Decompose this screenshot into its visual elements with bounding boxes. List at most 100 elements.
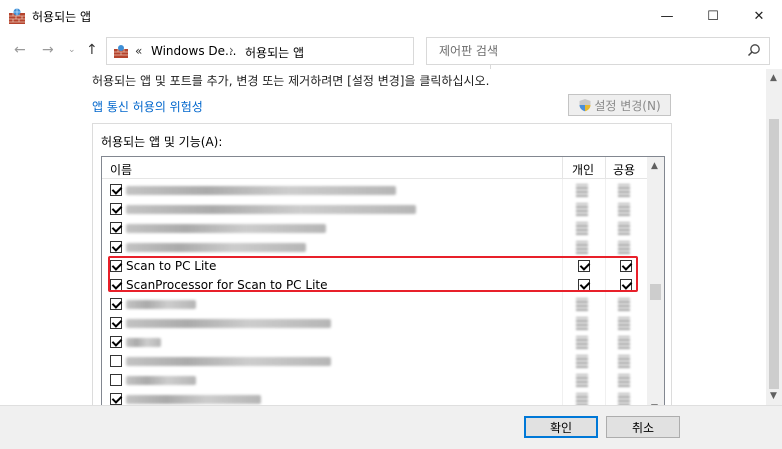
redacted-app-name xyxy=(126,338,161,347)
address-box[interactable]: « Windows De... › 허용되는 앱 ↻ xyxy=(106,37,512,70)
column-divider[interactable] xyxy=(605,157,606,179)
breadcrumb-allowed-apps[interactable]: 허용되는 앱 xyxy=(245,44,304,61)
column-header-public[interactable]: 공용 xyxy=(613,161,635,178)
redacted-checkbox[interactable] xyxy=(576,203,588,216)
list-item[interactable] xyxy=(102,238,648,257)
dialog-footer: 확인 취소 xyxy=(0,405,782,449)
redacted-checkbox[interactable] xyxy=(576,374,588,387)
redacted-checkbox[interactable] xyxy=(618,222,630,235)
scroll-up-icon[interactable]: ▲ xyxy=(770,73,777,83)
redacted-checkbox[interactable] xyxy=(618,317,630,330)
uac-shield-icon xyxy=(579,99,591,112)
breadcrumb-separator-icon[interactable]: › xyxy=(229,43,234,57)
list-scrollbar[interactable]: ▲ ▼ xyxy=(647,157,664,405)
app-name-label: ScanProcessor for Scan to PC Lite xyxy=(126,278,328,292)
redacted-app-name xyxy=(126,243,306,252)
search-box[interactable] xyxy=(426,37,770,65)
private-checkbox[interactable] xyxy=(578,260,590,272)
group-title: 허용되는 앱 및 기능(A): xyxy=(101,135,223,149)
public-checkbox[interactable] xyxy=(620,260,632,272)
app-enabled-checkbox[interactable] xyxy=(110,393,122,405)
app-enabled-checkbox[interactable] xyxy=(110,203,122,215)
redacted-checkbox[interactable] xyxy=(576,317,588,330)
list-item[interactable] xyxy=(102,314,648,333)
minimize-button[interactable]: — xyxy=(644,0,690,32)
redacted-checkbox[interactable] xyxy=(618,184,630,197)
address-bar-row: ← → ⌄ ↑ « Windows De... › 허용되는 앱 ↻ xyxy=(0,33,782,70)
redacted-checkbox[interactable] xyxy=(576,336,588,349)
maximize-button[interactable]: ☐ xyxy=(690,0,736,32)
scroll-thumb[interactable] xyxy=(769,119,779,389)
scroll-up-icon[interactable]: ▲ xyxy=(651,161,658,171)
allowed-apps-list[interactable]: 이름 개인 공용 Scan to PC Lite ScanProcessor fo… xyxy=(101,156,665,405)
up-arrow-icon[interactable]: ↑ xyxy=(86,42,98,58)
redacted-checkbox[interactable] xyxy=(618,298,630,311)
app-enabled-checkbox[interactable] xyxy=(110,317,122,329)
breadcrumb-windows-defender[interactable]: Windows De... xyxy=(151,44,236,58)
change-settings-button[interactable]: 설정 변경(N) xyxy=(568,94,671,116)
redacted-checkbox[interactable] xyxy=(618,336,630,349)
search-icon[interactable] xyxy=(747,43,761,57)
main-content: 허용되는 앱 및 포트를 추가, 변경 또는 제거하려면 [설정 변경]을 클릭… xyxy=(0,69,766,405)
list-item[interactable] xyxy=(102,181,648,200)
scroll-down-icon[interactable]: ▼ xyxy=(770,391,777,401)
redacted-checkbox[interactable] xyxy=(618,203,630,216)
list-item[interactable]: ScanProcessor for Scan to PC Lite xyxy=(102,276,648,295)
search-input[interactable] xyxy=(437,43,737,59)
instruction-text: 허용되는 앱 및 포트를 추가, 변경 또는 제거하려면 [설정 변경]을 클릭… xyxy=(92,74,490,88)
list-item[interactable] xyxy=(102,371,648,390)
app-enabled-checkbox[interactable] xyxy=(110,374,122,386)
column-divider[interactable] xyxy=(562,157,563,179)
redacted-checkbox[interactable] xyxy=(618,374,630,387)
redacted-checkbox[interactable] xyxy=(576,355,588,368)
scroll-thumb[interactable] xyxy=(650,284,661,300)
column-header-name[interactable]: 이름 xyxy=(110,161,132,178)
redacted-app-name xyxy=(126,205,416,214)
list-item[interactable] xyxy=(102,219,648,238)
app-enabled-checkbox[interactable] xyxy=(110,222,122,234)
allowed-apps-group: 허용되는 앱 및 기능(A): 이름 개인 공용 Scan to PC Lite… xyxy=(92,123,672,405)
list-item[interactable] xyxy=(102,200,648,219)
app-enabled-checkbox[interactable] xyxy=(110,241,122,253)
redacted-checkbox[interactable] xyxy=(618,393,630,405)
list-header: 이름 개인 공용 xyxy=(102,157,648,179)
private-checkbox[interactable] xyxy=(578,279,590,291)
redacted-checkbox[interactable] xyxy=(576,222,588,235)
redacted-checkbox[interactable] xyxy=(618,241,630,254)
recent-dropdown-icon[interactable]: ⌄ xyxy=(68,45,76,55)
app-enabled-checkbox[interactable] xyxy=(110,298,122,310)
list-item[interactable] xyxy=(102,352,648,371)
redacted-checkbox[interactable] xyxy=(576,298,588,311)
redacted-checkbox[interactable] xyxy=(576,393,588,405)
redacted-app-name xyxy=(126,395,261,404)
app-enabled-checkbox[interactable] xyxy=(110,260,122,272)
window-scrollbar[interactable]: ▲ ▼ xyxy=(766,69,782,405)
app-enabled-checkbox[interactable] xyxy=(110,184,122,196)
cancel-button[interactable]: 취소 xyxy=(606,416,680,438)
redacted-app-name xyxy=(126,357,331,366)
firewall-app-icon xyxy=(9,8,25,24)
list-item[interactable]: Scan to PC Lite xyxy=(102,257,648,276)
back-arrow-icon[interactable]: ← xyxy=(14,42,26,58)
list-item[interactable] xyxy=(102,390,648,405)
close-button[interactable]: ✕ xyxy=(736,0,782,32)
redacted-app-name xyxy=(126,300,196,309)
redacted-app-name xyxy=(126,376,196,385)
overflow-chevron[interactable]: « xyxy=(135,44,142,58)
redacted-checkbox[interactable] xyxy=(618,355,630,368)
app-enabled-checkbox[interactable] xyxy=(110,355,122,367)
redacted-checkbox[interactable] xyxy=(576,184,588,197)
public-checkbox[interactable] xyxy=(620,279,632,291)
title-bar: 허용되는 앱 — ☐ ✕ xyxy=(0,0,782,32)
app-enabled-checkbox[interactable] xyxy=(110,336,122,348)
redacted-checkbox[interactable] xyxy=(576,241,588,254)
app-enabled-checkbox[interactable] xyxy=(110,279,122,291)
forward-arrow-icon[interactable]: → xyxy=(42,42,54,58)
list-item[interactable] xyxy=(102,333,648,352)
list-item[interactable] xyxy=(102,295,648,314)
column-header-private[interactable]: 개인 xyxy=(572,161,594,178)
ok-button[interactable]: 확인 xyxy=(524,416,598,438)
risk-link[interactable]: 앱 통신 허용의 위험성 xyxy=(92,98,203,115)
redacted-app-name xyxy=(126,319,331,328)
redacted-app-name xyxy=(126,186,396,195)
